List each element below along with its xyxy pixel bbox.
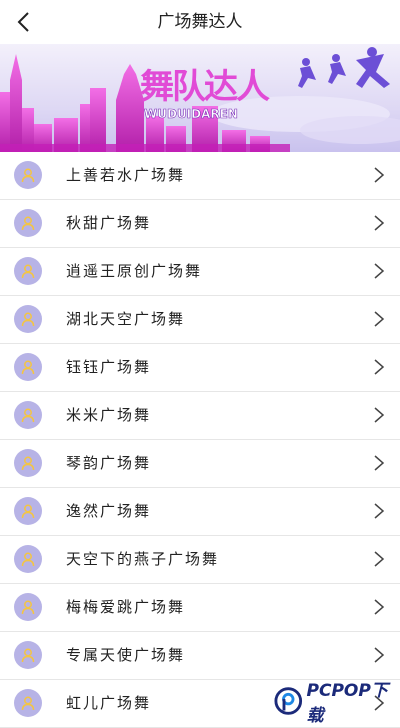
list-item[interactable]: 逍遥王原创广场舞 [0, 248, 400, 296]
user-icon [14, 641, 42, 669]
list-item-label: 湖北天空广场舞 [66, 310, 186, 328]
list-item-label: 琴韵广场舞 [66, 454, 152, 472]
banner-image: 舞队达人 WUDUIDAREN [0, 44, 400, 152]
list-item-label: 专属天使广场舞 [66, 646, 186, 664]
dance-team-list: 上善若水广场舞 秋甜广场舞 逍遥王原创广场舞 湖北天空广场舞 钰钰广场舞 米米广… [0, 152, 400, 728]
list-item-label: 天空下的燕子广场舞 [66, 550, 220, 568]
banner-title: 舞队达人 [140, 67, 270, 107]
list-item[interactable]: 天空下的燕子广场舞 [0, 536, 400, 584]
user-icon [14, 161, 42, 189]
list-item[interactable]: 逸然广场舞 [0, 488, 400, 536]
list-item[interactable]: 钰钰广场舞 [0, 344, 400, 392]
user-icon [14, 449, 42, 477]
chevron-right-icon [374, 455, 385, 471]
list-item-label: 逍遥王原创广场舞 [66, 262, 203, 280]
user-icon [14, 545, 42, 573]
top-bar: 广场舞达人 [0, 0, 400, 44]
user-icon [14, 689, 42, 717]
list-item[interactable]: 梅梅爱跳广场舞 [0, 584, 400, 632]
list-item-label: 上善若水广场舞 [66, 166, 186, 184]
list-item-label: 秋甜广场舞 [66, 214, 152, 232]
list-item[interactable]: 琴韵广场舞 [0, 440, 400, 488]
chevron-right-icon [374, 599, 385, 615]
list-item[interactable]: 湖北天空广场舞 [0, 296, 400, 344]
chevron-right-icon [374, 263, 385, 279]
list-item[interactable]: 秋甜广场舞 [0, 200, 400, 248]
user-icon [14, 353, 42, 381]
list-item[interactable]: 米米广场舞 [0, 392, 400, 440]
chevron-right-icon [374, 551, 385, 567]
chevron-right-icon [374, 215, 385, 231]
chevron-right-icon [374, 311, 385, 327]
chevron-right-icon [374, 359, 385, 375]
list-item[interactable]: 上善若水广场舞 [0, 152, 400, 200]
user-icon [14, 401, 42, 429]
list-item-label: 米米广场舞 [66, 406, 152, 424]
user-icon [14, 209, 42, 237]
user-icon [14, 257, 42, 285]
chevron-right-icon [374, 503, 385, 519]
pcpop-logo-icon [274, 687, 303, 715]
chevron-right-icon [374, 167, 385, 183]
list-item-label: 梅梅爱跳广场舞 [66, 598, 186, 616]
user-icon [14, 497, 42, 525]
watermark-text: PCPOP下载 [306, 681, 388, 726]
chevron-right-icon [374, 407, 385, 423]
watermark: PCPOP下载 [274, 681, 400, 726]
banner-subtitle: WUDUIDAREN [144, 107, 238, 121]
list-item-label: 钰钰广场舞 [66, 358, 152, 376]
list-item-label: 逸然广场舞 [66, 502, 152, 520]
list-item[interactable]: 专属天使广场舞 [0, 632, 400, 680]
user-icon [14, 593, 42, 621]
chevron-right-icon [374, 647, 385, 663]
page-title: 广场舞达人 [157, 12, 243, 32]
user-icon [14, 305, 42, 333]
